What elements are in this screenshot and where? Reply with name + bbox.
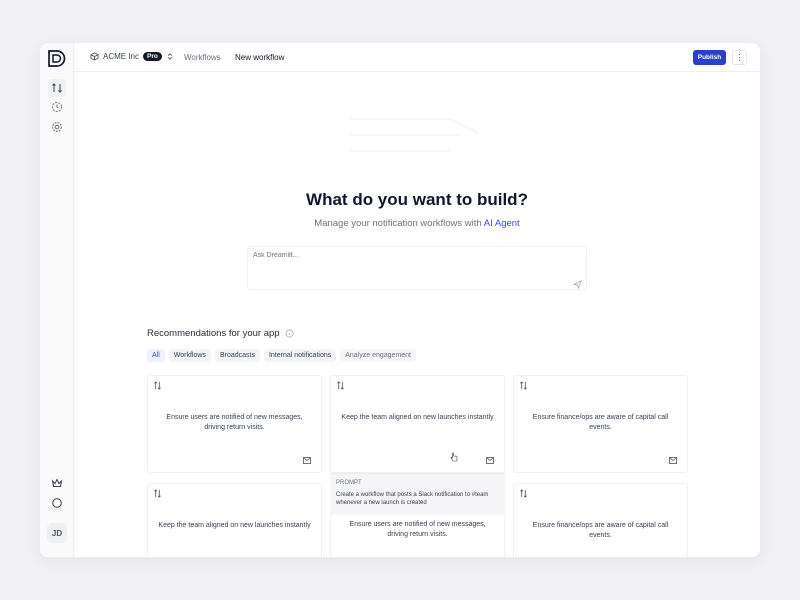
sidebar: JD: [40, 43, 74, 557]
recommendation-card[interactable]: Ensure finance/ops are aware of capital …: [513, 375, 688, 473]
hand-cursor-icon: [450, 452, 458, 462]
card-description: Keep the team aligned on new launches in…: [341, 414, 494, 421]
filter-all[interactable]: All: [147, 349, 165, 362]
subtitle-text: Manage your notification workflows with: [314, 218, 484, 229]
org-name: ACME Inc: [103, 52, 140, 61]
card-description: Ensure finance/ops are aware of capital …: [532, 522, 669, 539]
more-options-button[interactable]: ⋮: [732, 50, 747, 65]
recommendation-card[interactable]: Keep the team aligned on new launches in…: [330, 375, 505, 473]
hero-illustration: [350, 118, 479, 152]
prompt-input[interactable]: [253, 252, 553, 259]
filter-chips: All Workflows Broadcasts Internal notifi…: [147, 349, 417, 362]
settings-icon[interactable]: [50, 120, 64, 134]
card-description: Ensure finance/ops are aware of capital …: [532, 414, 669, 431]
filter-analyze-engagement[interactable]: Analyze engagement: [340, 349, 417, 362]
prompt-text: Create a workflow that posts a Slack not…: [336, 492, 489, 506]
crown-icon[interactable]: [50, 476, 64, 490]
workflow-icon[interactable]: [48, 79, 66, 97]
prompt-preview[interactable]: PROMPT Create a workflow that posts a Sl…: [330, 473, 505, 515]
avatar[interactable]: JD: [47, 523, 67, 543]
ai-agent-link[interactable]: AI Agent: [484, 218, 520, 229]
page-title: What do you want to build?: [306, 190, 528, 209]
workflow-icon: [520, 381, 527, 390]
recommendations-title-text: Recommendations for your app: [147, 328, 280, 339]
breadcrumb-workflows[interactable]: Workflows: [184, 53, 221, 62]
workflow-icon: [154, 489, 161, 498]
filter-broadcasts[interactable]: Broadcasts: [214, 349, 260, 362]
card-description: Ensure users are notified of new message…: [166, 414, 303, 431]
recommendation-card[interactable]: Ensure users are notified of new message…: [330, 515, 505, 557]
app-window: JD ACME Inc Pro Workflows New workflow P…: [40, 43, 760, 557]
mail-icon: [486, 457, 494, 464]
cube-icon: [90, 52, 99, 61]
recommendation-card[interactable]: Ensure finance/ops are aware of capital …: [513, 483, 688, 557]
publish-button[interactable]: Publish: [693, 50, 726, 65]
workflow-icon: [337, 381, 344, 390]
info-icon[interactable]: [285, 329, 294, 338]
recommendation-card[interactable]: Keep the team aligned on new launches in…: [147, 483, 322, 557]
filter-internal-notifications[interactable]: Internal notifications: [263, 349, 337, 362]
recommendations-title: Recommendations for your app: [147, 328, 294, 339]
chevron-up-down-icon: [167, 53, 172, 60]
card-description: Keep the team aligned on new launches in…: [158, 522, 311, 529]
activity-icon[interactable]: [50, 100, 64, 114]
prompt-label: PROMPT: [336, 480, 362, 486]
workflow-icon: [154, 381, 161, 390]
logo-icon[interactable]: [48, 50, 66, 67]
mail-icon: [303, 457, 311, 464]
card-description: Ensure users are notified of new message…: [349, 521, 486, 538]
workflow-icon: [520, 489, 527, 498]
circle-icon[interactable]: [50, 496, 64, 510]
org-switcher[interactable]: ACME Inc Pro: [90, 52, 174, 61]
page-subtitle: Manage your notification workflows with …: [74, 218, 760, 229]
mail-icon: [669, 457, 677, 464]
top-bar: ACME Inc Pro Workflows New workflow Publ…: [74, 43, 760, 72]
recommendation-card[interactable]: Ensure users are notified of new message…: [147, 375, 322, 473]
send-icon[interactable]: [573, 280, 582, 289]
breadcrumb-new-workflow: New workflow: [235, 53, 285, 62]
filter-workflows[interactable]: Workflows: [168, 349, 211, 362]
plan-badge: Pro: [143, 52, 162, 61]
prompt-box[interactable]: [247, 246, 587, 290]
